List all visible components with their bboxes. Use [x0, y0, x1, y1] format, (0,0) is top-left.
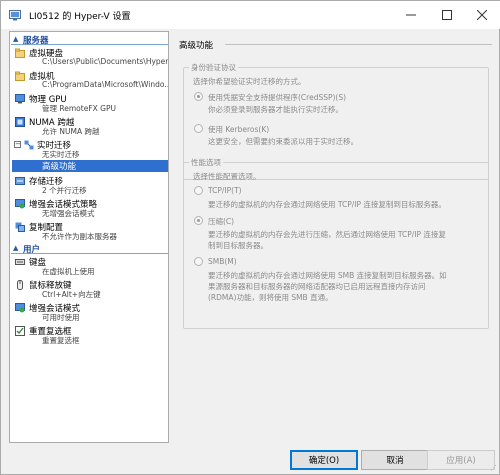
- tree-item-advanced-features[interactable]: 高级功能: [12, 160, 168, 172]
- window-title: LI0512 的 Hyper-V 设置: [29, 12, 131, 22]
- compression-description-line2: 制到目标服务器。: [208, 241, 268, 250]
- compression-radio[interactable]: [194, 216, 203, 225]
- tree-item-detail: 可用时使用: [42, 313, 80, 322]
- panel-divider: [225, 44, 492, 45]
- tree-item-keyboard[interactable]: 键盘 在虚拟机上使用: [12, 255, 168, 277]
- tree-item-detail: C:\Users\Public\Documents\Hyper-...: [42, 57, 169, 66]
- cancel-button[interactable]: 取消: [361, 450, 429, 470]
- kerberos-description: 这更安全，但需要约束委派以用于实时迁移。: [208, 137, 358, 146]
- numa-icon: [15, 117, 25, 127]
- settings-tree: ▲ 服务器 虚拟硬盘 C:\Users\Public\Documents\Hyp…: [9, 31, 169, 443]
- storage-icon: [15, 177, 25, 185]
- settings-panel: 高级功能 身份验证协议 选择你希望验证实时迁移的方式。 使用凭据安全支持提供程序…: [177, 31, 492, 443]
- tree-item-storage-migrations[interactable]: 存储迁移 2 个并行迁移: [12, 174, 168, 196]
- title-bar: LI0512 的 Hyper-V 设置: [1, 1, 500, 29]
- minimize-button[interactable]: [393, 1, 429, 29]
- folder-icon: [15, 48, 25, 58]
- apply-button[interactable]: 应用(A): [427, 450, 495, 470]
- tree-item-detail: 在虚拟机上使用: [42, 267, 95, 276]
- maximize-button[interactable]: [429, 1, 465, 29]
- migration-icon: [24, 140, 34, 150]
- tree-item-detail: 不允许作为副本服务器: [42, 232, 117, 241]
- replication-icon: [15, 222, 25, 232]
- smb-radio[interactable]: [194, 257, 203, 266]
- folder-icon: [15, 71, 25, 81]
- kerberos-radio[interactable]: [194, 124, 203, 133]
- tree-item-reset-check-boxes[interactable]: 重置复选框 重置复选框: [12, 324, 168, 346]
- tree-item-detail: C:\ProgramData\Microsoft\Windo...: [42, 80, 169, 89]
- compression-description-line1: 要迁移的虚拟机的内存会先进行压缩，然后通过网络使用 TCP/IP 连接复: [208, 230, 446, 239]
- checkbox-icon: [15, 326, 25, 336]
- keyboard-icon: [15, 259, 25, 265]
- auth-group-title: 身份验证协议: [189, 62, 238, 73]
- user-section-label: 用户: [23, 245, 41, 255]
- tree-item-numa-spanning[interactable]: NUMA 跨越 允许 NUMA 跨越: [12, 115, 168, 137]
- tree-item-physical-gpu[interactable]: 物理 GPU 管理 RemoteFX GPU: [12, 92, 168, 114]
- tree-item-detail: 允许 NUMA 跨越: [42, 127, 100, 136]
- performance-options-group: 性能选项 选择性能配置选项。 TCP/IP(T) 要迁移的虚拟机的内存会通过网络…: [183, 157, 489, 329]
- collapse-toggle-icon[interactable]: −: [14, 141, 21, 148]
- credssp-description: 你必须登录到服务器才能执行实时迁移。: [208, 105, 343, 114]
- tree-item-enhanced-session[interactable]: 增强会话模式 可用时使用: [12, 301, 168, 323]
- smb-description-line1: 要迁移的虚拟机的内存会通过网络使用 SMB 连接复制到目标服务器。如: [208, 271, 447, 280]
- collapse-icon: ▲: [13, 35, 19, 43]
- tree-item-detail: 无实时迁移: [42, 150, 80, 159]
- ok-button[interactable]: 确定(O): [290, 450, 358, 470]
- monitor-icon: [15, 94, 25, 104]
- credssp-radio[interactable]: [194, 92, 203, 101]
- resize-grip-icon[interactable]: ⋰: [490, 464, 497, 472]
- server-section-label: 服务器: [23, 36, 49, 46]
- maximize-icon: [442, 10, 452, 20]
- tree-item-detail: 无增强会话模式: [42, 209, 95, 218]
- tree-item-detail: 管理 RemoteFX GPU: [42, 104, 116, 113]
- tree-item-detail: 重置复选框: [42, 336, 80, 345]
- tcpip-label[interactable]: TCP/IP(T): [208, 186, 242, 195]
- session-icon: [15, 199, 25, 209]
- credssp-label[interactable]: 使用凭据安全支持提供程序(CredSSP)(S): [208, 92, 346, 103]
- mouse-icon: [17, 280, 23, 290]
- smb-description-line2: 果源服务器和目标服务器的网络适配器均已启用远程直接内存访问: [208, 282, 426, 291]
- minimize-icon: [406, 14, 416, 16]
- compression-label[interactable]: 压缩(C): [208, 216, 234, 227]
- session-icon: [15, 303, 25, 313]
- tcpip-radio[interactable]: [194, 186, 203, 195]
- tcpip-description: 要迁移的虚拟机的内存会通过网络使用 TCP/IP 连接复制到目标服务器。: [208, 200, 446, 209]
- tree-item-enhanced-session-policy[interactable]: 增强会话模式策略 无增强会话模式: [12, 197, 168, 219]
- collapse-icon: ▲: [13, 244, 19, 252]
- settings-window: LI0512 的 Hyper-V 设置 ▲ 服务器 虚拟硬盘 C:\Users\…: [0, 0, 500, 475]
- smb-label[interactable]: SMB(M): [208, 257, 237, 266]
- tree-item-label: 高级功能: [42, 162, 77, 172]
- close-button[interactable]: [464, 1, 500, 29]
- tree-item-virtual-machines[interactable]: 虚拟机 C:\ProgramData\Microsoft\Windo...: [12, 69, 168, 91]
- user-section-header[interactable]: ▲ 用户: [11, 243, 168, 255]
- tree-item-detail: Ctrl+Alt+向左键: [42, 290, 101, 299]
- server-section-header[interactable]: ▲ 服务器: [11, 34, 168, 46]
- panel-title: 高级功能: [179, 41, 214, 51]
- tree-item-replication-configuration[interactable]: 复制配置 不允许作为副本服务器: [12, 220, 168, 242]
- close-icon: [477, 10, 487, 20]
- smb-description-line3: (RDMA)功能，则将使用 SMB 直通。: [208, 293, 333, 302]
- tree-item-mouse-release-key[interactable]: 鼠标释放键 Ctrl+Alt+向左键: [12, 278, 168, 300]
- perf-group-title: 性能选项: [189, 157, 223, 168]
- tree-item-detail: 2 个并行迁移: [42, 186, 87, 195]
- tree-item-virtual-hard-disks[interactable]: 虚拟硬盘 C:\Users\Public\Documents\Hyper-...: [12, 46, 168, 68]
- hyper-v-icon: [9, 10, 21, 21]
- auth-description: 选择你希望验证实时迁移的方式。: [193, 77, 306, 86]
- kerberos-label[interactable]: 使用 Kerberos(K): [208, 124, 269, 135]
- perf-description: 选择性能配置选项。: [193, 172, 261, 181]
- tree-item-live-migrations[interactable]: − 实时迁移 无实时迁移: [12, 138, 168, 160]
